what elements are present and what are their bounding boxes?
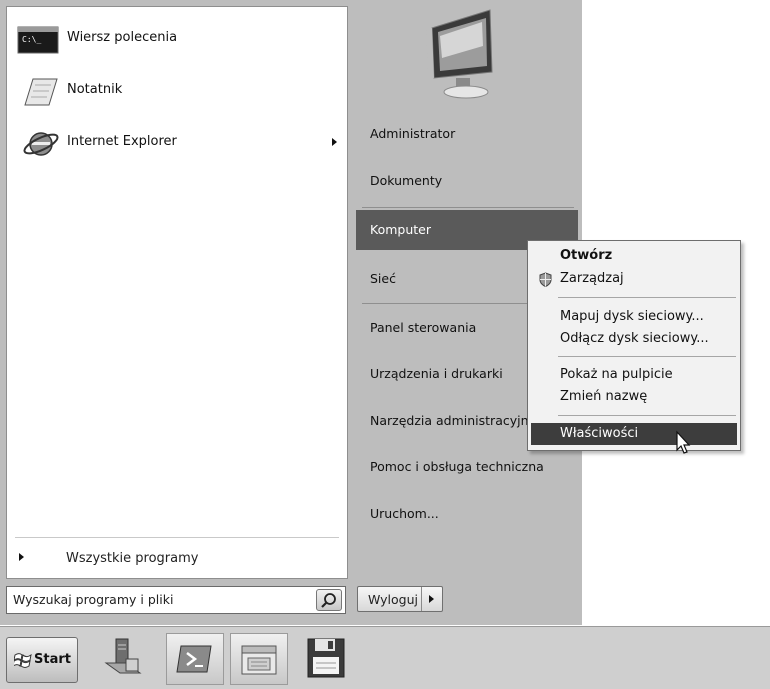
place-documents[interactable]: Dokumenty bbox=[356, 161, 578, 201]
arrow-right-icon bbox=[19, 553, 24, 561]
menu-item-properties[interactable]: Właściwości bbox=[531, 423, 737, 445]
search-icon bbox=[321, 593, 336, 608]
place-label: Urządzenia i drukarki bbox=[370, 366, 503, 381]
place-administrator[interactable]: Administrator bbox=[356, 114, 578, 154]
start-button[interactable]: Start bbox=[6, 637, 78, 683]
context-menu: Otwórz Zarządzaj Mapuj dysk sieciowy... … bbox=[527, 240, 741, 451]
svg-text:C:\_: C:\_ bbox=[22, 35, 41, 44]
place-run[interactable]: Uruchom... bbox=[356, 494, 578, 534]
place-label: Sieć bbox=[370, 271, 396, 286]
internet-explorer-icon bbox=[23, 132, 59, 156]
menu-item-open[interactable]: Otwórz bbox=[531, 245, 737, 267]
place-label: Narzędzia administracyjne bbox=[370, 413, 537, 428]
notepad-icon bbox=[24, 78, 58, 106]
menu-item-manage[interactable]: Zarządzaj bbox=[531, 268, 737, 290]
place-help-support[interactable]: Pomoc i obsługa techniczna bbox=[356, 447, 578, 487]
uac-shield-icon bbox=[539, 272, 552, 287]
menu-item-label: Mapuj dysk sieciowy... bbox=[560, 309, 704, 324]
menu-item-map-network-drive[interactable]: Mapuj dysk sieciowy... bbox=[531, 306, 737, 328]
monitor-icon[interactable] bbox=[412, 6, 520, 102]
logoff-button[interactable]: Wyloguj bbox=[357, 586, 443, 612]
start-menu: C:\_ Wiersz polecenia Notatnik Internet … bbox=[0, 0, 582, 625]
mouse-pointer-icon bbox=[676, 430, 691, 454]
taskbar: Start bbox=[0, 626, 770, 689]
divider bbox=[362, 207, 574, 208]
place-label: Administrator bbox=[370, 126, 456, 141]
program-label: Notatnik bbox=[67, 82, 123, 97]
floppy-disk-icon bbox=[307, 638, 345, 678]
taskbar-save[interactable] bbox=[298, 633, 354, 683]
menu-item-label: Właściwości bbox=[560, 426, 639, 441]
program-notepad[interactable]: Notatnik bbox=[7, 71, 347, 111]
menu-item-rename[interactable]: Zmień nazwę bbox=[531, 386, 737, 408]
search-button[interactable] bbox=[316, 589, 342, 611]
program-label: Wiersz polecenia bbox=[67, 30, 178, 45]
windows-logo-icon bbox=[14, 653, 32, 668]
program-label: Internet Explorer bbox=[67, 134, 177, 149]
server-manager-icon bbox=[104, 638, 142, 674]
menu-separator bbox=[558, 415, 736, 416]
menu-item-show-on-desktop[interactable]: Pokaż na pulpicie bbox=[531, 364, 737, 386]
submenu-arrow-icon bbox=[332, 138, 337, 146]
menu-item-label: Odłącz dysk sieciowy... bbox=[560, 331, 709, 346]
menu-separator bbox=[558, 297, 736, 298]
menu-item-label: Otwórz bbox=[560, 248, 613, 263]
program-command-prompt[interactable]: C:\_ Wiersz polecenia bbox=[7, 19, 347, 59]
place-label: Panel sterowania bbox=[370, 320, 477, 335]
command-prompt-icon: C:\_ bbox=[17, 26, 59, 54]
all-programs-label: Wszystkie programy bbox=[66, 551, 199, 566]
logoff-label: Wyloguj bbox=[368, 592, 418, 607]
taskbar-explorer[interactable] bbox=[230, 633, 288, 685]
divider bbox=[421, 587, 422, 611]
powershell-icon bbox=[176, 645, 212, 673]
menu-item-disconnect-network-drive[interactable]: Odłącz dysk sieciowy... bbox=[531, 328, 737, 350]
taskbar-server-manager[interactable] bbox=[96, 633, 152, 683]
menu-item-label: Zmień nazwę bbox=[560, 389, 648, 404]
program-internet-explorer[interactable]: Internet Explorer bbox=[7, 123, 347, 163]
start-label: Start bbox=[34, 652, 71, 667]
menu-item-label: Pokaż na pulpicie bbox=[560, 367, 673, 382]
place-label: Dokumenty bbox=[370, 173, 443, 188]
shutdown-options-arrow-icon[interactable] bbox=[429, 595, 434, 603]
menu-separator bbox=[558, 356, 736, 357]
taskbar-powershell[interactable] bbox=[166, 633, 224, 685]
divider bbox=[15, 537, 339, 538]
place-label: Uruchom... bbox=[370, 506, 439, 521]
place-label: Pomoc i obsługa techniczna bbox=[370, 459, 544, 474]
place-label: Komputer bbox=[370, 222, 431, 237]
search-input[interactable] bbox=[7, 587, 311, 611]
all-programs-button[interactable]: Wszystkie programy bbox=[7, 543, 347, 573]
menu-item-label: Zarządzaj bbox=[560, 271, 624, 286]
explorer-icon bbox=[241, 645, 277, 675]
search-box bbox=[6, 586, 346, 614]
programs-pane: C:\_ Wiersz polecenia Notatnik Internet … bbox=[6, 6, 348, 579]
